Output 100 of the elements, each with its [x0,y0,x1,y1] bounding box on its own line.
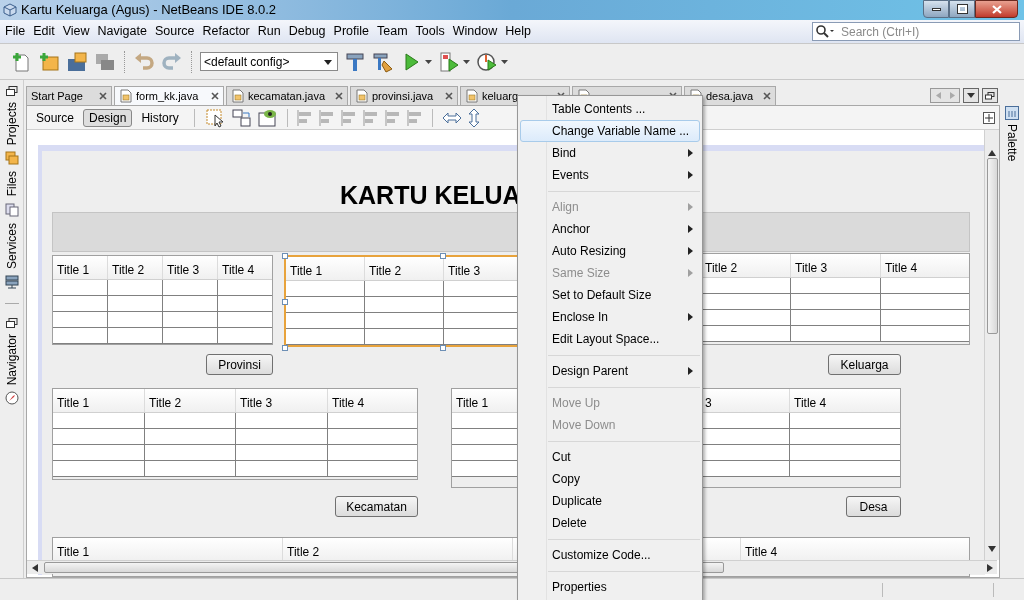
files-icon[interactable] [4,202,19,217]
context-menu-item[interactable]: Design Parent [520,360,700,382]
side-panel-tab[interactable]: Projects [2,102,21,146]
submenu-arrow-icon [688,203,693,211]
resize-handle[interactable] [282,253,288,259]
restore-window-button[interactable] [982,88,998,103]
column-header: Title 3 [448,263,481,280]
form-button[interactable]: Provinsi [206,354,273,375]
column-header: Title 1 [57,262,90,279]
column-header: 3 [705,395,712,412]
scroll-up-icon[interactable] [988,150,996,156]
compass-icon[interactable] [4,391,19,406]
context-menu-item[interactable]: Bind [520,142,700,164]
search-icon[interactable] [815,24,835,38]
context-menu-item[interactable]: Delete [520,512,700,534]
column-header: Title 2 [705,260,738,277]
search-field[interactable]: Search (Ctrl+I) [812,22,1020,41]
form-button[interactable]: Desa [846,496,901,517]
menu-item[interactable]: Navigate [97,22,147,41]
form-file-icon [231,89,245,103]
context-menu-item[interactable]: Auto Resizing [520,240,700,262]
restore-button[interactable] [949,0,975,18]
form-button[interactable]: Kecamatan [335,496,418,517]
tab-list-button[interactable] [963,88,979,103]
close-icon[interactable] [99,92,107,100]
context-menu-item[interactable]: Properties [520,576,700,598]
column-header: Title 4 [332,395,365,412]
menu-item[interactable]: Help [505,22,531,41]
menu-item[interactable]: File [5,22,26,41]
vertical-resize-icon[interactable] [466,106,481,129]
context-menu-item[interactable]: Copy [520,468,700,490]
close-icon[interactable] [445,92,453,100]
context-menu-item[interactable]: Edit Layout Space... [520,328,700,350]
close-icon[interactable] [763,92,771,100]
menu-item[interactable]: Profile [333,22,369,41]
restore-window-icon[interactable] [5,317,18,328]
menu-item[interactable]: Team [377,22,408,41]
context-menu-item[interactable]: Events [520,164,700,186]
submenu-arrow-icon [688,149,693,157]
side-panel-tab[interactable]: Services [2,222,21,269]
side-panel-tab[interactable]: Palette [1003,124,1021,162]
config-dropdown[interactable]: <default config> [200,52,338,71]
editor-tab[interactable]: form_kk.java [114,86,224,105]
caret-icon[interactable] [425,59,432,64]
context-menu-item[interactable]: Duplicate [520,490,700,512]
menu-item[interactable]: Window [452,22,498,41]
window-title: Kartu Keluarga (Agus) - NetBeans IDE 8.0.2 [21,1,277,20]
column-header: Title 1 [290,263,323,280]
restore-window-icon[interactable] [5,86,18,96]
menu-item[interactable]: Tools [415,22,445,41]
view-tab[interactable]: History [136,108,184,127]
resize-handle[interactable] [282,299,288,305]
side-panel-tab[interactable]: Files [2,171,21,197]
menu-item[interactable]: Edit [33,22,55,41]
folders-icon[interactable] [4,151,19,166]
submenu-arrow-icon [688,313,693,321]
context-menu-item[interactable]: Change Variable Name ... [520,120,700,142]
open-project-icon[interactable] [66,50,88,73]
editor-tab[interactable]: provinsi.java [350,86,458,105]
menu-item[interactable]: Debug [288,22,326,41]
close-button[interactable] [975,0,1018,18]
menu-item[interactable]: Run [257,22,281,41]
server-icon[interactable] [4,274,19,289]
palette-icon[interactable] [1005,106,1019,120]
view-tab[interactable]: Source [31,108,80,127]
context-menu-item[interactable]: Customize Code... [520,544,700,566]
resize-handle[interactable] [440,345,446,351]
close-icon[interactable] [211,92,219,100]
form-button[interactable]: Keluarga [828,354,901,375]
profile-icon[interactable] [476,50,498,73]
submenu-arrow-icon [688,171,693,179]
hammer-broom-icon[interactable] [372,50,394,73]
editor-tab[interactable]: Start Page [26,86,112,105]
hammer-icon[interactable] [344,50,366,73]
context-menu-item[interactable]: Cut [520,446,700,468]
context-menu-item[interactable]: Enclose In [520,306,700,328]
vertical-scrollbar[interactable] [984,130,999,560]
caret-icon[interactable] [463,59,470,64]
new-file-icon[interactable] [10,50,32,73]
menu-item[interactable]: Refactor [202,22,250,41]
editor-tab[interactable]: kecamatan.java [226,86,348,105]
scroll-down-icon[interactable] [988,546,996,552]
column-header: Title 3 [795,260,828,277]
context-menu-item[interactable]: Set to Default Size [520,284,700,306]
new-project-icon[interactable] [38,50,60,73]
view-tab[interactable]: Design [83,108,133,127]
debug-icon[interactable] [438,50,460,73]
caret-icon[interactable] [501,59,508,64]
menu-item[interactable]: Source [154,22,195,41]
context-menu-item[interactable]: Anchor [520,218,700,240]
resize-handle[interactable] [440,253,446,259]
expand-icon[interactable] [983,111,995,124]
side-panel-tab[interactable]: Navigator [2,333,21,386]
column-header: Title 4 [222,262,255,279]
menu-item[interactable]: View [62,22,90,41]
minimize-button[interactable] [923,0,949,18]
close-icon[interactable] [335,92,343,100]
form-file-icon [119,89,133,103]
scroll-right-icon[interactable] [987,563,993,572]
resize-handle[interactable] [282,345,288,351]
